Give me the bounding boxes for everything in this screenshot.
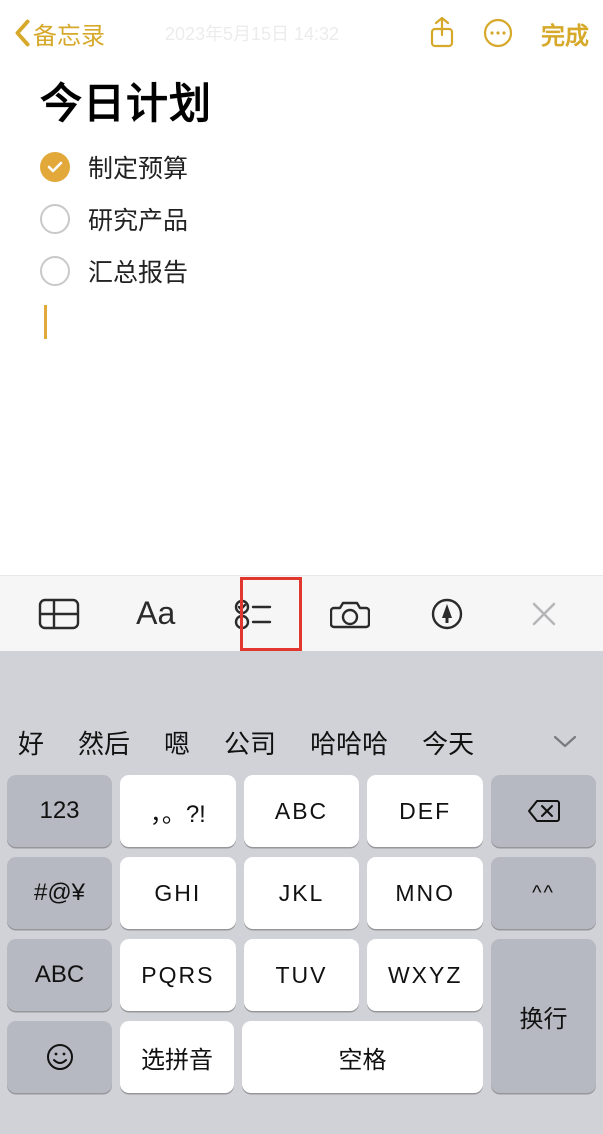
- done-button[interactable]: 完成: [541, 16, 589, 51]
- checklist-item-text[interactable]: 制定预算: [88, 149, 188, 185]
- key-ghi[interactable]: GHI: [120, 857, 236, 929]
- checkbox-empty-icon[interactable]: [40, 204, 70, 234]
- checkbox-empty-icon[interactable]: [40, 256, 70, 286]
- candidate-word[interactable]: 哈哈哈: [310, 729, 388, 759]
- table-icon: [38, 598, 80, 630]
- nav-bar: 备忘录 2023年5月15日 14:32 完成: [0, 0, 603, 66]
- checklist-button[interactable]: [213, 584, 293, 644]
- toolbar-shelf: [0, 651, 603, 709]
- key-mno[interactable]: MNO: [367, 857, 483, 929]
- checkbox-checked-icon[interactable]: [40, 152, 70, 182]
- note-title[interactable]: 今日计划: [40, 70, 563, 131]
- chevron-down-icon: [553, 735, 577, 749]
- markup-icon: [431, 598, 463, 630]
- checklist-item[interactable]: 汇总报告: [40, 253, 563, 289]
- emoji-icon: [45, 1042, 75, 1072]
- candidate-word[interactable]: 嗯: [164, 729, 190, 759]
- checklist: 制定预算研究产品汇总报告: [40, 149, 563, 289]
- key-abc[interactable]: ABC: [244, 775, 360, 847]
- checklist-item[interactable]: 研究产品: [40, 201, 563, 237]
- key-punctuation[interactable]: ，。?!: [120, 775, 236, 847]
- delete-icon: [527, 799, 561, 823]
- key-rows: 123 ，。?! ABC DEF #@¥ GHI JKL MNO ^^ ABC …: [0, 775, 603, 1100]
- more-button[interactable]: [483, 18, 513, 48]
- key-emoji[interactable]: [7, 1021, 112, 1093]
- key-wxyz[interactable]: WXYZ: [367, 939, 483, 1011]
- candidate-word[interactable]: 公司: [224, 729, 276, 759]
- candidate-word[interactable]: 今天: [422, 729, 474, 759]
- ellipsis-circle-icon: [483, 18, 513, 48]
- close-icon: [531, 601, 557, 627]
- note-timestamp: 2023年5月15日 14:32: [75, 20, 429, 46]
- text-cursor: [44, 305, 47, 339]
- key-mode-abc[interactable]: ABC: [7, 939, 112, 1011]
- checklist-icon: [234, 598, 272, 630]
- key-return[interactable]: 换行: [491, 939, 596, 1093]
- close-keyboard-button[interactable]: [504, 584, 584, 644]
- note-body[interactable]: 今日计划 制定预算研究产品汇总报告: [0, 66, 603, 339]
- key-select-pinyin[interactable]: 选拼音: [120, 1021, 234, 1093]
- key-pqrs[interactable]: PQRS: [120, 939, 236, 1011]
- candidate-word[interactable]: 好: [18, 729, 44, 759]
- key-123[interactable]: 123: [7, 775, 112, 847]
- camera-button[interactable]: [310, 584, 390, 644]
- table-button[interactable]: [19, 584, 99, 644]
- share-button[interactable]: [429, 17, 455, 49]
- camera-icon: [330, 598, 370, 630]
- candidate-bar: 好 然后 嗯 公司 哈哈哈 今天: [0, 709, 603, 775]
- markup-button[interactable]: [407, 584, 487, 644]
- format-toolbar: Aa: [0, 575, 603, 651]
- keyboard: 好 然后 嗯 公司 哈哈哈 今天 123 ，。?! ABC DEF #@¥ GHI JKL…: [0, 709, 603, 1134]
- text-format-button[interactable]: Aa: [116, 584, 196, 644]
- candidate-word[interactable]: 然后: [78, 729, 130, 759]
- key-jkl[interactable]: JKL: [244, 857, 360, 929]
- chevron-left-icon: [14, 19, 31, 47]
- checklist-item[interactable]: 制定预算: [40, 149, 563, 185]
- key-emoticon[interactable]: ^^: [491, 857, 596, 929]
- key-delete[interactable]: [491, 775, 596, 847]
- key-symbols[interactable]: #@¥: [7, 857, 112, 929]
- key-def[interactable]: DEF: [367, 775, 483, 847]
- checklist-item-text[interactable]: 研究产品: [88, 201, 188, 237]
- nav-right: 完成: [429, 16, 589, 51]
- checklist-item-text[interactable]: 汇总报告: [88, 253, 188, 289]
- candidate-collapse-button[interactable]: [535, 712, 595, 772]
- share-icon: [429, 17, 455, 49]
- key-space[interactable]: 空格: [242, 1021, 483, 1093]
- key-tuv[interactable]: TUV: [244, 939, 360, 1011]
